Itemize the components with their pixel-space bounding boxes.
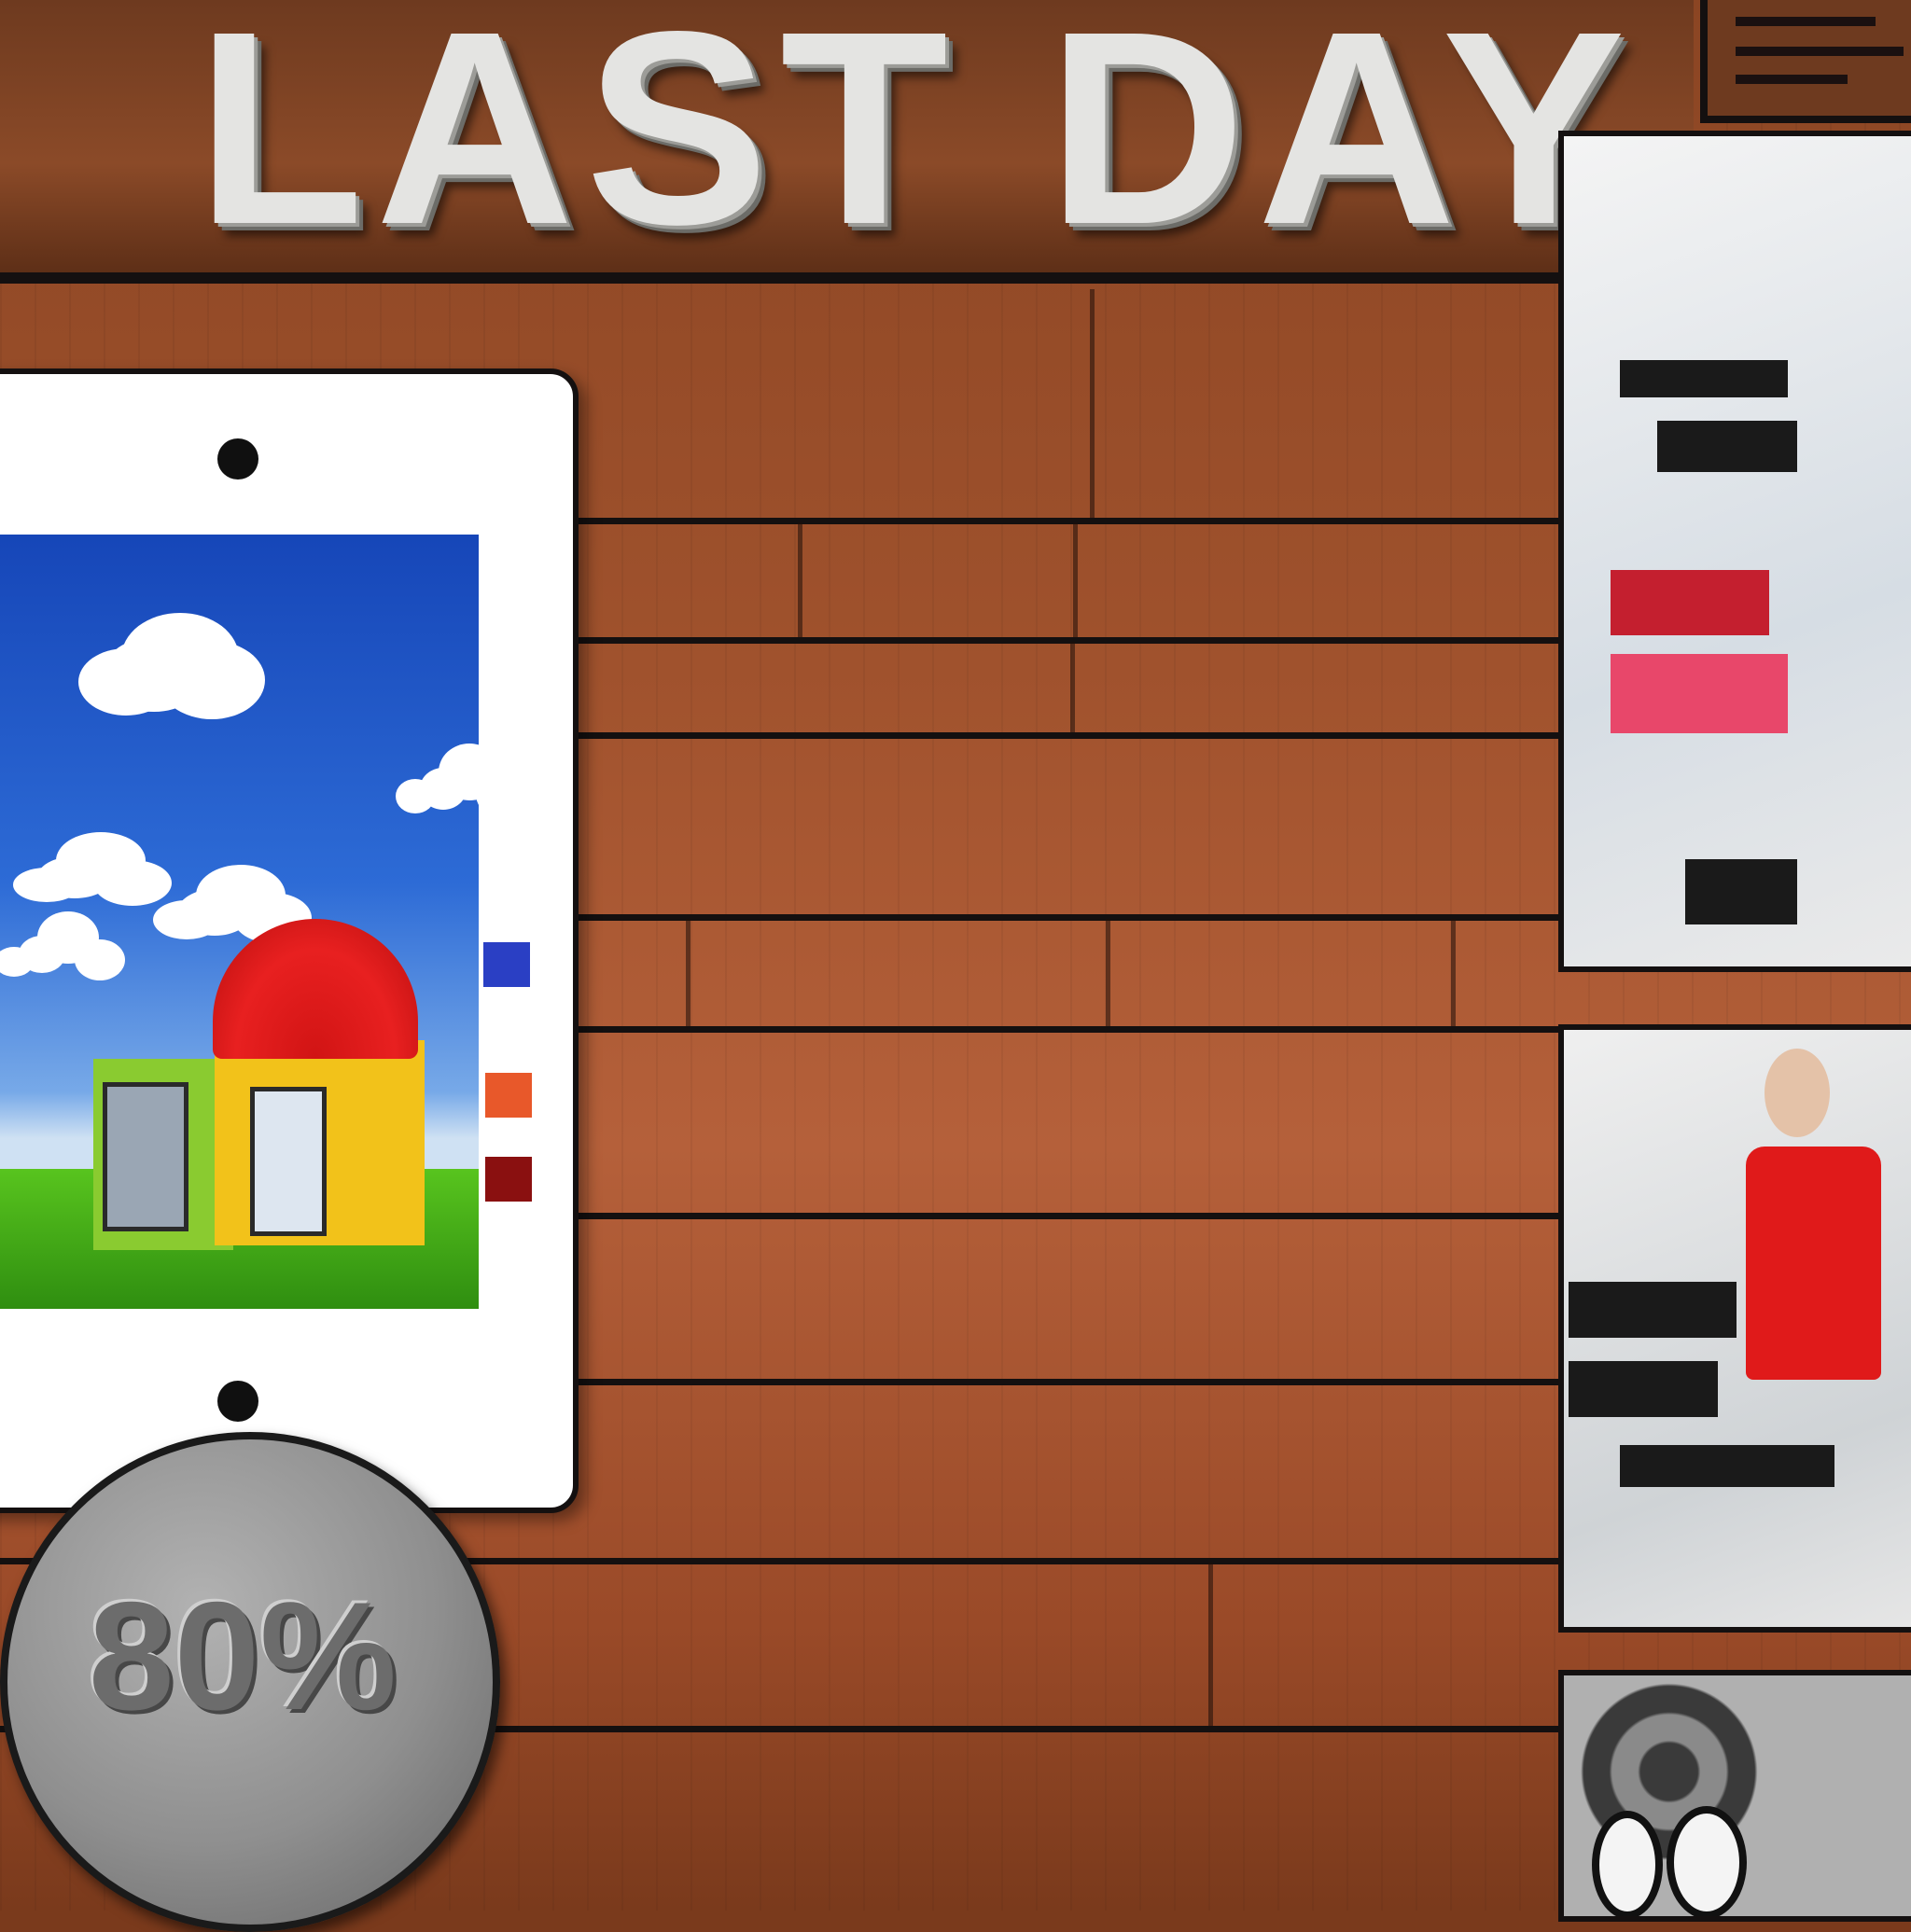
patterned-poster xyxy=(1558,1670,1911,1922)
poster-bottom-print xyxy=(1685,859,1797,924)
model-head xyxy=(1765,1049,1830,1137)
cloud xyxy=(177,889,252,936)
model-red-top xyxy=(1746,1147,1881,1380)
sale-poster-top xyxy=(1558,131,1911,972)
plank-seam xyxy=(1106,919,1110,1026)
top-right-card xyxy=(1700,0,1911,123)
card-print xyxy=(1736,75,1848,84)
poster-heading xyxy=(1620,360,1788,397)
color-chip xyxy=(485,1157,532,1202)
plank-seam xyxy=(1073,522,1078,637)
color-chip xyxy=(483,942,530,987)
color-chip xyxy=(485,1073,532,1118)
plank-seam xyxy=(1451,919,1456,1026)
cloud xyxy=(37,856,112,898)
plank-seam xyxy=(798,522,802,637)
cloud xyxy=(103,637,205,712)
cloud xyxy=(19,936,65,973)
sign-board: LAST DAY xyxy=(0,0,1694,284)
poster-digit-shape xyxy=(1592,1811,1663,1916)
poster-footer-print xyxy=(1620,1445,1834,1487)
poster-red-label xyxy=(1611,570,1769,635)
discount-percent: 80% xyxy=(88,1570,398,1742)
last-day-sign: LAST DAY xyxy=(196,0,1637,282)
frame-mount-hole xyxy=(217,438,258,480)
frame-mount-hole xyxy=(217,1381,258,1422)
poster-digit-shape xyxy=(1667,1806,1747,1916)
plank-seam xyxy=(1208,1563,1213,1726)
house-door xyxy=(250,1087,327,1236)
poster-heading xyxy=(1569,1361,1718,1417)
poster-heading xyxy=(1657,421,1797,472)
cloud xyxy=(420,768,467,810)
sale-poster-bottom xyxy=(1558,1024,1911,1633)
plank-seam xyxy=(1070,642,1075,732)
plank-seam xyxy=(1090,289,1095,518)
poster-pink-label xyxy=(1611,654,1788,733)
plank-seam xyxy=(686,919,690,1026)
card-print xyxy=(1736,47,1904,56)
poster-heading xyxy=(1569,1282,1737,1338)
card-print xyxy=(1736,17,1876,26)
house-window xyxy=(103,1082,188,1231)
